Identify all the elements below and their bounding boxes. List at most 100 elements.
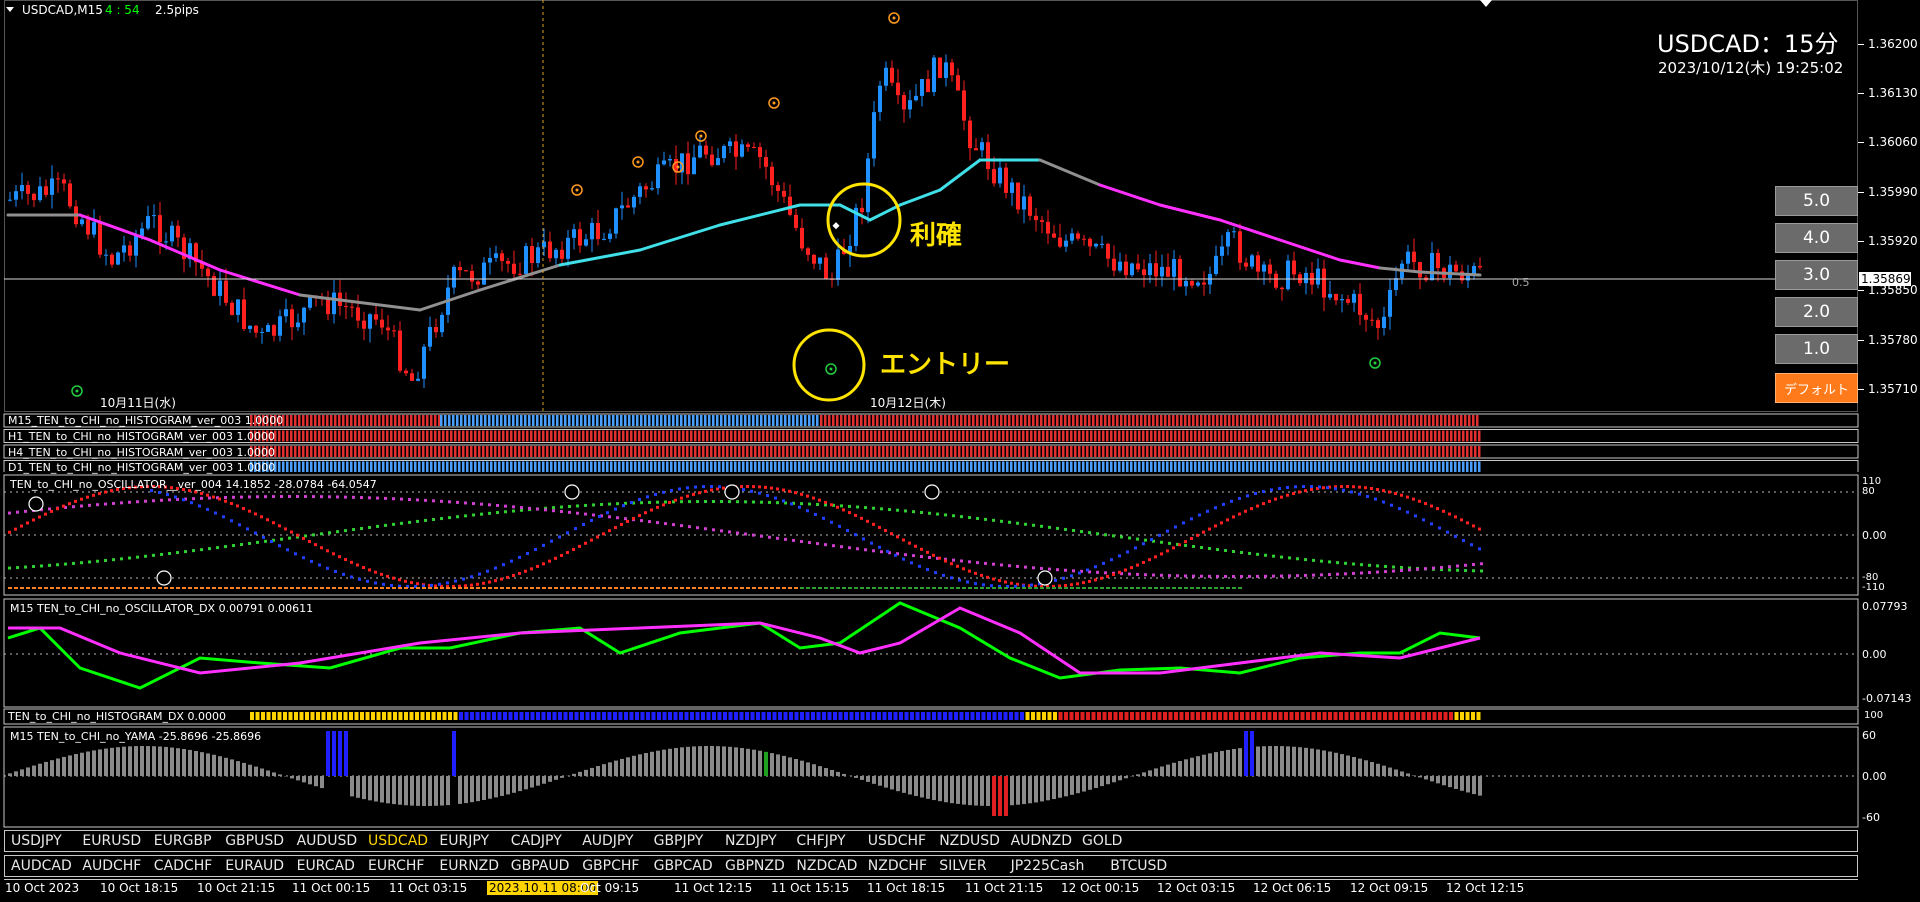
candle-body [206, 268, 210, 277]
symbol-button-audnzd[interactable]: AUDNZD [1011, 833, 1072, 849]
symbol-button-audchf[interactable]: AUDCHF [82, 858, 141, 874]
symbol-button-silver[interactable]: SILVER [939, 858, 986, 874]
histogram-bar [886, 461, 889, 472]
oscillator-red-dot [296, 533, 299, 537]
histogram-bar [1138, 461, 1141, 472]
symbol-button-cadjpy[interactable]: CADJPY [511, 833, 562, 849]
candle-body [1286, 260, 1290, 290]
histogram-bar [838, 446, 841, 457]
symbol-button-gbpjpy[interactable]: GBPJPY [654, 833, 704, 849]
lot-3-button[interactable]: 3.0 [1775, 260, 1858, 290]
symbol-button-nzdchf[interactable]: NZDCHF [868, 858, 927, 874]
histogram-bar [986, 461, 989, 472]
price-tick: 1.35780 [1868, 333, 1918, 347]
histogram-bar [1170, 461, 1173, 472]
symbol-button-eurcad[interactable]: EURCAD [297, 858, 355, 874]
symbol-button-gbpaud[interactable]: GBPAUD [511, 858, 570, 874]
symbol-button-eurnzd[interactable]: EURNZD [439, 858, 499, 874]
yama-bar [218, 756, 222, 776]
candle-body [1040, 220, 1044, 222]
candle-body [116, 252, 120, 265]
histogram-bar [738, 461, 741, 472]
oscillator-green-dot [136, 555, 139, 559]
default-button[interactable]: デフォルト [1775, 373, 1858, 403]
histogram-bar [602, 446, 605, 457]
symbol-button-gbpusd[interactable]: GBPUSD [225, 833, 284, 849]
symbol-button-btcusd[interactable]: BTCUSD [1110, 858, 1167, 874]
symbol-button-gbpchf[interactable]: GBPCHF [582, 858, 639, 874]
histogram-dx-bar [761, 712, 766, 720]
yama-bar [398, 776, 402, 805]
histogram-bar [1422, 461, 1425, 472]
oscillator-magenta-dot [880, 550, 883, 554]
histogram-bar [1258, 446, 1261, 457]
oscillator-green-dot [336, 530, 339, 534]
symbol-button-nzdjpy[interactable]: NZDJPY [725, 833, 777, 849]
oscillator-blue-dot [1190, 517, 1193, 521]
symbol-button-euraud[interactable]: EURAUD [225, 858, 284, 874]
histogram-bar [282, 430, 285, 442]
histogram-bar [1188, 415, 1191, 426]
symbol-button-eurjpy[interactable]: EURJPY [439, 833, 489, 849]
symbol-button-gold[interactable]: GOLD [1082, 833, 1122, 849]
oscillator-green-dot [600, 502, 603, 506]
yama-bar [674, 747, 678, 776]
candle-body [218, 280, 222, 296]
oscillator-magenta-dot [104, 502, 107, 506]
symbol-button-gbpnzd[interactable]: GBPNZD [725, 858, 785, 874]
histogram-bar [674, 446, 677, 457]
symbol-button-nzdcad[interactable]: NZDCAD [796, 858, 857, 874]
symbol-button-gbpcad[interactable]: GBPCAD [654, 858, 713, 874]
histogram-bar [394, 446, 397, 457]
symbol-button-usdchf[interactable]: USDCHF [868, 833, 926, 849]
symbol-button-eurusd[interactable]: EURUSD [82, 833, 141, 849]
yama-bar [1238, 748, 1242, 776]
symbol-button-audusd[interactable]: AUDUSD [297, 833, 358, 849]
yama-bar [392, 776, 396, 805]
candle-body [122, 245, 126, 253]
symbol-button-eurgbp[interactable]: EURGBP [154, 833, 212, 849]
histogram-bar [1320, 415, 1323, 426]
lot-4-button[interactable]: 4.0 [1775, 223, 1858, 253]
symbol-button-eurchf[interactable]: EURCHF [368, 858, 424, 874]
oscillator-base-dot [104, 587, 108, 589]
oscillator-red-dot [230, 502, 233, 506]
dx-magenta-line [8, 606, 1481, 675]
histogram-bar [1298, 430, 1301, 442]
oscillator-green-dot [840, 504, 843, 508]
histogram-bar [858, 430, 861, 442]
yama-bar [110, 747, 114, 776]
oscillator-green-dot [40, 564, 43, 568]
candle-body [530, 246, 534, 263]
candle-body [488, 257, 492, 263]
histogram-bar [880, 415, 883, 426]
histogram-bar [414, 461, 417, 472]
yama-bar [26, 767, 30, 776]
lot-1-button[interactable]: 1.0 [1775, 334, 1858, 364]
histogram-bar [1120, 415, 1123, 426]
oscillator-blue-dot [1134, 546, 1137, 550]
sell-signal-icon-dot [892, 16, 896, 20]
histogram-dx-bar [563, 712, 568, 720]
symbol-button-nzdusd[interactable]: NZDUSD [939, 833, 1000, 849]
oscillator-green-dot [760, 500, 763, 504]
oscillator-blue-dot [630, 500, 633, 504]
histogram-bar [1062, 461, 1065, 472]
symbol-button-jp225cash[interactable]: JP225Cash [1011, 858, 1085, 874]
oscillator-green-dot [24, 565, 27, 569]
lot-5-button[interactable]: 5.0 [1775, 186, 1858, 216]
oscillator-magenta-dot [784, 537, 787, 541]
yama-bar [122, 746, 126, 776]
symbol-button-audjpy[interactable]: AUDJPY [582, 833, 633, 849]
symbol-button-audcad[interactable]: AUDCAD [11, 858, 72, 874]
symbol-button-usdcad[interactable]: USDCAD [368, 833, 428, 849]
lot-2-button[interactable]: 2.0 [1775, 297, 1858, 327]
symbol-button-chfjpy[interactable]: CHFJPY [796, 833, 845, 849]
symbol-button-cadchf[interactable]: CADCHF [154, 858, 213, 874]
symbol-button-usdjpy[interactable]: USDJPY [11, 833, 62, 849]
candle-body [836, 249, 840, 280]
yama-bar [548, 776, 552, 782]
histogram-bar [980, 415, 983, 426]
oscillator-magenta-dot [1176, 574, 1179, 578]
histogram-dx-bar [915, 712, 920, 720]
